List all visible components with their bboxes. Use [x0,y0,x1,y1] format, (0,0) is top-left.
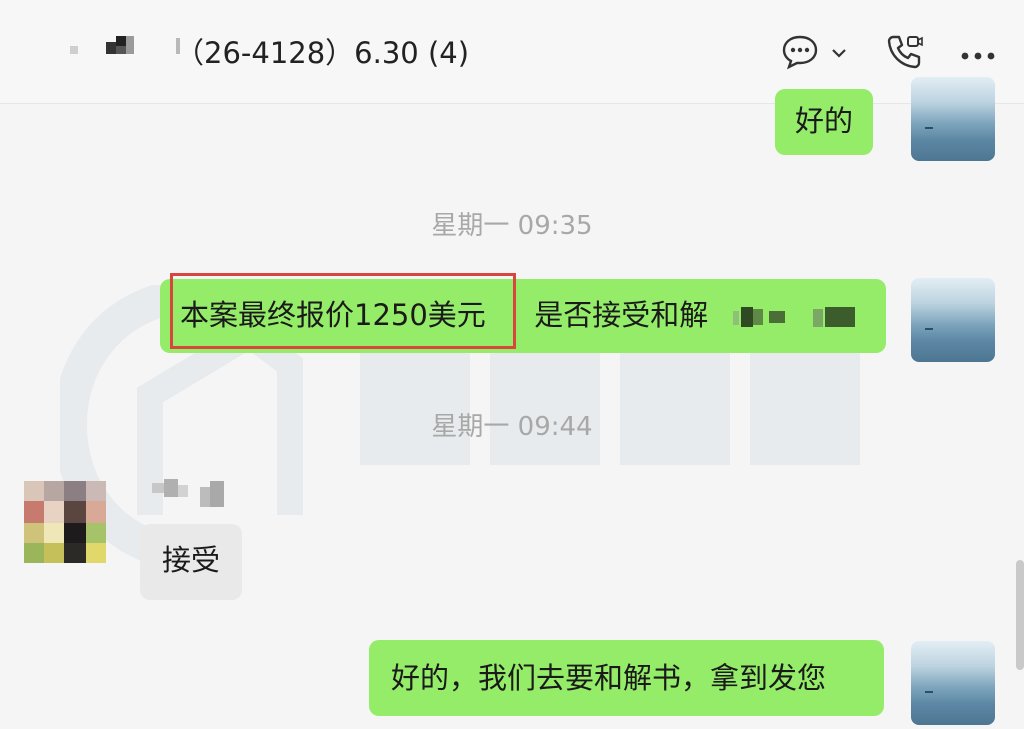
message-bubble-outgoing[interactable]: 好的，我们去要和解书，拿到发您 [369,640,884,716]
message-bubble-outgoing[interactable]: 好的 [775,89,874,155]
red-highlight-box [170,273,516,349]
avatar-contact[interactable] [24,481,106,567]
video-call-icon[interactable] [884,32,924,76]
message-text: 是否接受和解 [534,298,709,332]
message-text: 接受 [162,543,221,577]
redacted-sender-name [152,479,232,515]
avatar-self[interactable] [911,641,995,725]
timestamp: 星期一 09:44 [431,412,593,442]
chat-title: （26-4128）6.30 (4) [175,36,470,70]
message-text: 好的 [795,104,854,138]
message-text: 好的，我们去要和解书，拿到发您 [391,661,827,695]
scrollbar[interactable] [1016,560,1024,670]
avatar-self[interactable] [911,77,995,161]
message-bubble-incoming[interactable]: 接受 [140,524,243,600]
avatar-self[interactable] [911,278,995,362]
timestamp: 星期一 09:35 [431,211,593,241]
redacted-name [70,36,140,58]
message-list[interactable]: 好的 星期一 09:35 本案最终报价1250美元 是否接受和解 星期一 09:… [0,77,1024,729]
more-icon[interactable] [960,46,996,65]
chat-bubble-icon[interactable] [781,34,819,74]
chevron-down-icon[interactable] [831,44,847,63]
chat-header: （26-4128）6.30 (4) [0,0,1024,104]
redacted-text [733,305,863,335]
